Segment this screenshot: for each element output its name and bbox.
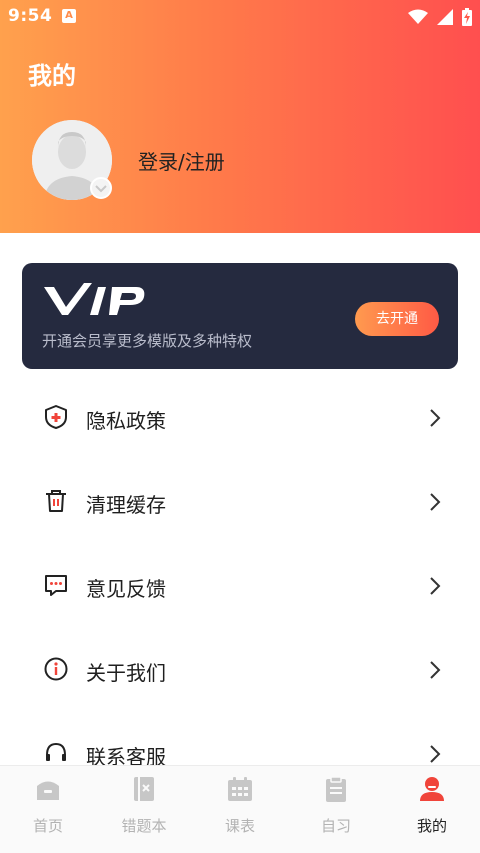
feedback-icon xyxy=(45,575,67,596)
home-icon xyxy=(37,781,59,800)
tab-label: 自习 xyxy=(320,817,351,835)
bottom-tab-bar: 首页 错题本 课表 自习 我的 xyxy=(0,765,480,853)
page-title: 我的 xyxy=(28,62,76,90)
clipboard-icon xyxy=(326,776,346,802)
customer-service-icon xyxy=(46,742,66,761)
menu-item-label: 意见反馈 xyxy=(86,577,166,601)
tab-label: 首页 xyxy=(32,817,63,835)
tab-profile[interactable]: 我的 xyxy=(384,766,480,853)
status-bar: 9:54 A xyxy=(0,0,480,32)
login-register-link[interactable]: 登录/注册 xyxy=(138,146,225,175)
tab-label: 课表 xyxy=(224,817,255,835)
profile-header: 9:54 A 我的 登录/注册 xyxy=(0,0,480,233)
privacy-shield-icon xyxy=(45,405,67,429)
avatar-check-badge xyxy=(90,177,112,199)
tab-label: 我的 xyxy=(416,817,447,835)
tab-label: 错题本 xyxy=(121,817,167,835)
vip-open-button[interactable]: 去开通 xyxy=(355,302,439,336)
chevron-right-icon xyxy=(430,661,441,679)
calendar-icon xyxy=(228,777,252,801)
tab-self-study[interactable]: 自习 xyxy=(288,766,384,853)
trash-icon xyxy=(46,490,66,512)
tab-home[interactable]: 首页 xyxy=(0,766,96,853)
info-icon xyxy=(44,657,68,681)
chevron-right-icon xyxy=(430,493,441,511)
menu-item-feedback[interactable]: 意见反馈 xyxy=(0,544,480,628)
profile-icon xyxy=(420,777,444,801)
tab-notebook[interactable]: 错题本 xyxy=(96,766,192,853)
chevron-down-icon xyxy=(95,185,107,193)
tab-schedule[interactable]: 课表 xyxy=(192,766,288,853)
battery-icon xyxy=(462,7,472,26)
chevron-right-icon xyxy=(430,577,441,595)
notification-icon: A xyxy=(62,9,76,23)
status-icons xyxy=(404,6,472,26)
menu-item-clear-cache[interactable]: 清理缓存 xyxy=(0,460,480,544)
status-time: 9:54 xyxy=(8,6,53,26)
menu-item-label: 隐私政策 xyxy=(86,409,166,433)
chevron-right-icon xyxy=(430,745,441,763)
menu-item-label: 关于我们 xyxy=(86,661,166,685)
vip-description: 开通会员享更多模版及多种特权 xyxy=(42,332,253,350)
menu-item-label: 清理缓存 xyxy=(86,493,166,517)
signal-icon xyxy=(436,8,453,25)
vip-card[interactable]: 开通会员享更多模版及多种特权 去开通 xyxy=(22,263,458,369)
settings-menu: 隐私政策 清理缓存 意见反馈 关于我们 联系客服 xyxy=(0,376,480,796)
chevron-right-icon xyxy=(430,409,441,427)
menu-item-about[interactable]: 关于我们 xyxy=(0,628,480,712)
wifi-icon xyxy=(407,9,428,24)
notebook-icon xyxy=(134,777,154,801)
vip-logo xyxy=(44,283,145,315)
menu-item-privacy[interactable]: 隐私政策 xyxy=(0,376,480,460)
